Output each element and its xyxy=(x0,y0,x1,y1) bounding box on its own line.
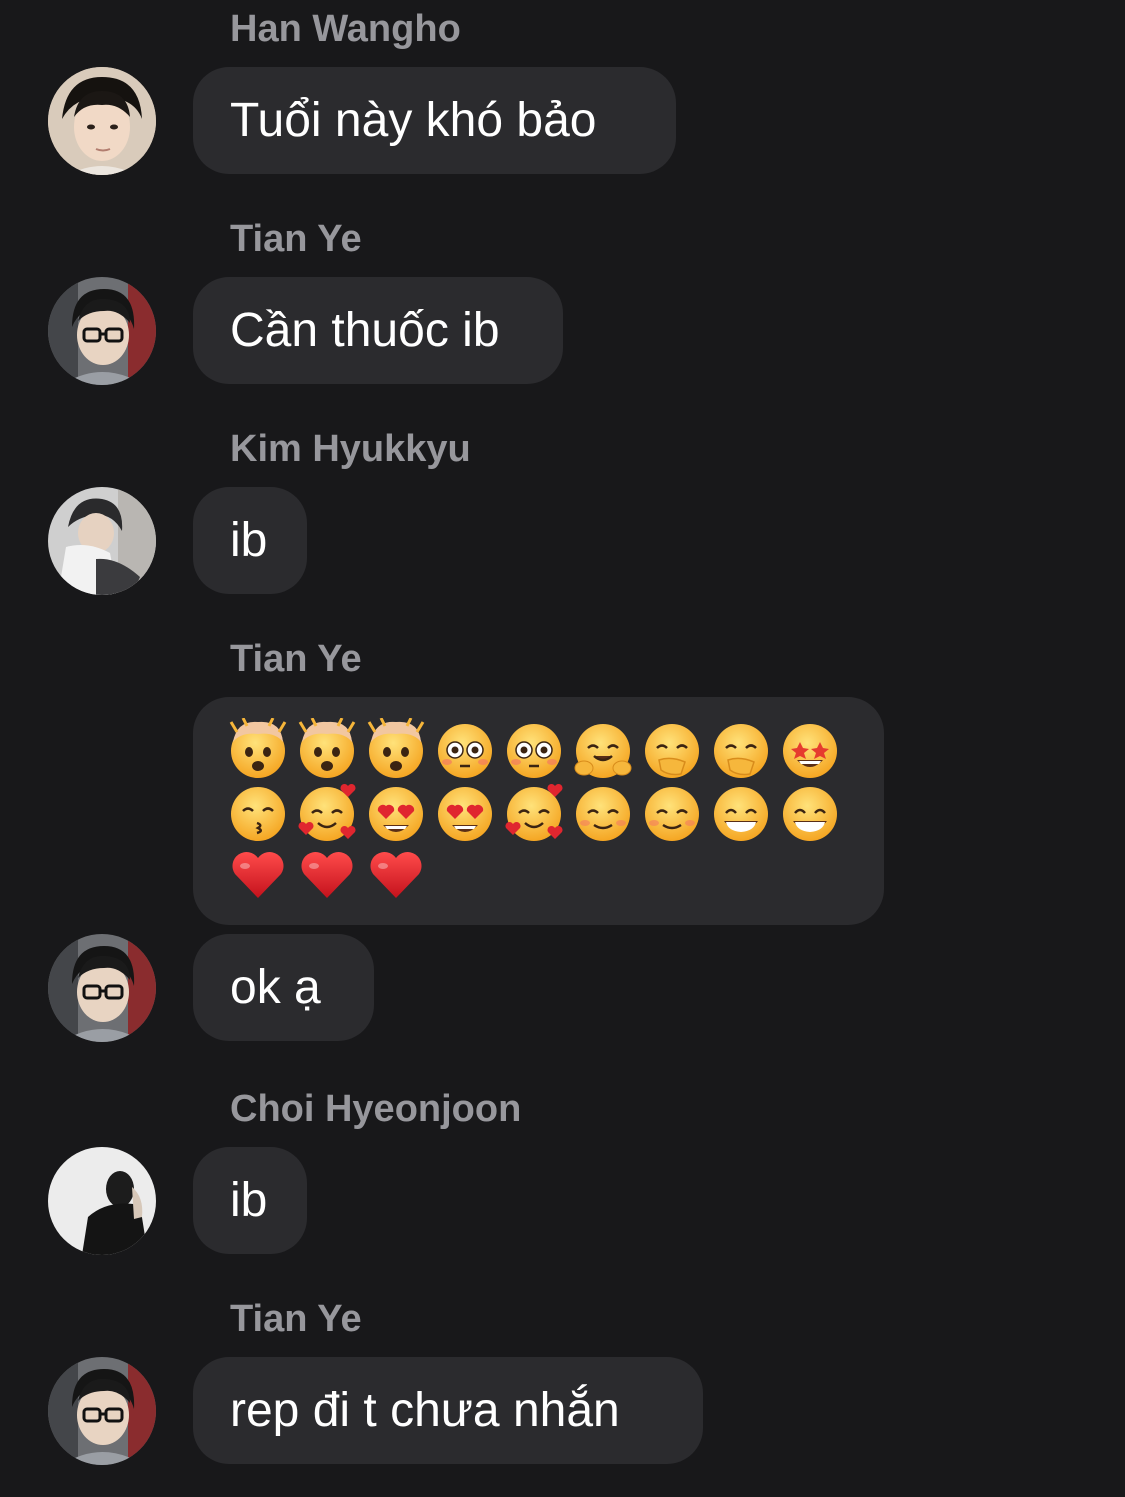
emoji-row xyxy=(227,781,848,843)
message-bubble[interactable]: Cần thuốc ib xyxy=(193,277,563,384)
flushed-face-icon xyxy=(503,718,565,780)
red-heart-icon xyxy=(365,842,427,904)
message-bubble[interactable]: ib xyxy=(193,1147,307,1254)
smiling-face-with-hearts-icon xyxy=(503,781,565,843)
exploding-head-icon xyxy=(365,718,427,780)
red-heart-icon xyxy=(296,842,358,904)
face-with-hand-over-mouth-icon xyxy=(710,718,772,780)
star-struck-icon xyxy=(779,718,841,780)
avatar-kim-hyukkyu[interactable] xyxy=(48,487,156,595)
avatar-choi-hyeonjoon[interactable] xyxy=(48,1147,156,1255)
heart-eyes-icon xyxy=(365,781,427,843)
emoji-row xyxy=(227,718,848,780)
grinning-face-icon xyxy=(779,781,841,843)
message-bubble[interactable]: ib xyxy=(193,487,307,594)
grinning-face-icon xyxy=(710,781,772,843)
message-text: rep đi t chưa nhắn xyxy=(230,1383,620,1437)
chat-thread: Han Wangho Tuổi này khó bảo Tian Ye Cần … xyxy=(0,0,1125,1497)
sender-name: Kim Hyukkyu xyxy=(230,428,471,470)
heart-eyes-icon xyxy=(434,781,496,843)
message-text: ib xyxy=(230,1173,268,1227)
avatar-han-wangho[interactable] xyxy=(48,67,156,175)
sender-name: Tian Ye xyxy=(230,1298,362,1340)
exploding-head-icon xyxy=(296,718,358,780)
smiling-face-with-hearts-icon xyxy=(296,781,358,843)
message-bubble[interactable]: Tuổi này khó bảo xyxy=(193,67,676,174)
red-heart-icon xyxy=(227,842,289,904)
smiling-face-icon xyxy=(572,781,634,843)
hugging-face-icon xyxy=(572,718,634,780)
avatar-tian-ye[interactable] xyxy=(48,1357,156,1465)
message-bubble[interactable]: ok ạ xyxy=(193,934,374,1041)
sender-name: Han Wangho xyxy=(230,8,461,50)
message-bubble[interactable]: rep đi t chưa nhắn xyxy=(193,1357,703,1464)
smiling-face-icon xyxy=(641,781,703,843)
message-text: ok ạ xyxy=(230,960,321,1014)
message-text: Cần thuốc ib xyxy=(230,303,500,357)
avatar-tian-ye[interactable] xyxy=(48,934,156,1042)
message-text: ib xyxy=(230,513,268,567)
sender-name: Tian Ye xyxy=(230,638,362,680)
sender-name: Choi Hyeonjoon xyxy=(230,1088,522,1130)
message-text: Tuổi này khó bảo xyxy=(230,93,597,147)
avatar-tian-ye[interactable] xyxy=(48,277,156,385)
emoji-message-bubble[interactable] xyxy=(193,697,884,925)
sender-name: Tian Ye xyxy=(230,218,362,260)
flushed-face-icon xyxy=(434,718,496,780)
kissing-face-smiling-eyes-icon xyxy=(227,781,289,843)
emoji-row xyxy=(227,842,434,904)
exploding-head-icon xyxy=(227,718,289,780)
face-with-hand-over-mouth-icon xyxy=(641,718,703,780)
